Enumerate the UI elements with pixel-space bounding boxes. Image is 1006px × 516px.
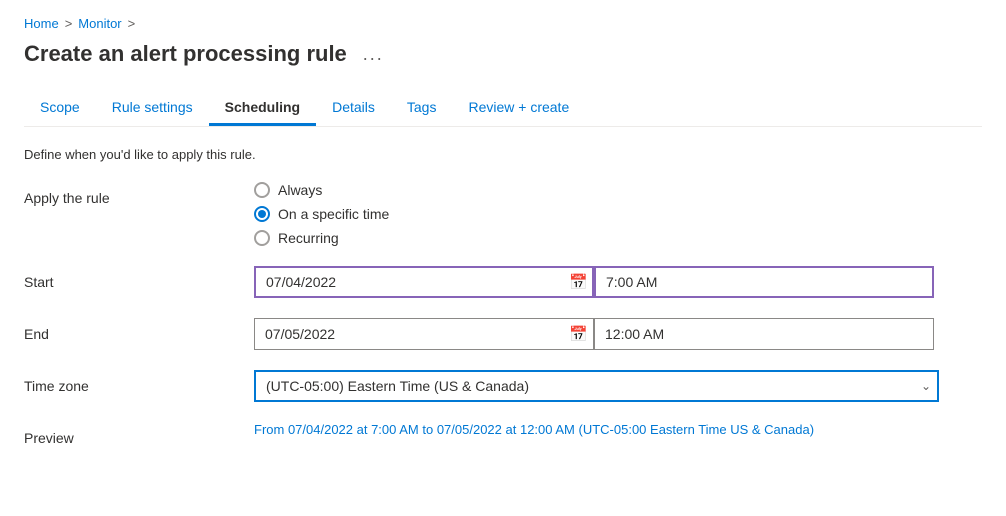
tab-rule-settings[interactable]: Rule settings xyxy=(96,91,209,126)
section-description: Define when you'd like to apply this rul… xyxy=(24,147,982,162)
radio-recurring-label: Recurring xyxy=(278,230,339,246)
end-time-input[interactable] xyxy=(594,318,934,350)
timezone-select-wrapper: (UTC-05:00) Eastern Time (US & Canada) (… xyxy=(254,370,939,402)
radio-always-label: Always xyxy=(278,182,322,198)
end-date-wrapper: 📅 xyxy=(254,318,594,350)
start-label: Start xyxy=(24,266,254,290)
timezone-row: Time zone (UTC-05:00) Eastern Time (US &… xyxy=(24,370,982,402)
tab-review-create[interactable]: Review + create xyxy=(452,91,585,126)
end-date-time: 📅 xyxy=(254,318,934,350)
end-label: End xyxy=(24,318,254,342)
tab-tags[interactable]: Tags xyxy=(391,91,453,126)
radio-always-input[interactable] xyxy=(254,182,270,198)
tab-details[interactable]: Details xyxy=(316,91,391,126)
breadcrumb-monitor[interactable]: Monitor xyxy=(78,16,121,31)
radio-recurring[interactable]: Recurring xyxy=(254,230,389,246)
breadcrumb: Home > Monitor > xyxy=(24,16,982,31)
breadcrumb-sep1: > xyxy=(65,16,73,31)
radio-always[interactable]: Always xyxy=(254,182,389,198)
start-time-input[interactable] xyxy=(594,266,934,298)
timezone-label: Time zone xyxy=(24,370,254,394)
start-date-wrapper: 📅 xyxy=(254,266,594,298)
preview-text: From 07/04/2022 at 7:00 AM to 07/05/2022… xyxy=(254,422,814,437)
tab-bar: Scope Rule settings Scheduling Details T… xyxy=(24,91,982,127)
page-title-row: Create an alert processing rule ... xyxy=(24,41,982,67)
apply-rule-controls: Always On a specific time Recurring xyxy=(254,182,389,246)
timezone-select[interactable]: (UTC-05:00) Eastern Time (US & Canada) (… xyxy=(254,370,939,402)
breadcrumb-home[interactable]: Home xyxy=(24,16,59,31)
preview-label: Preview xyxy=(24,422,254,446)
start-row: Start 📅 xyxy=(24,266,982,298)
radio-group: Always On a specific time Recurring xyxy=(254,182,389,246)
radio-specific-time-label: On a specific time xyxy=(278,206,389,222)
more-options-button[interactable]: ... xyxy=(357,43,390,65)
end-row: End 📅 xyxy=(24,318,982,350)
tab-scheduling[interactable]: Scheduling xyxy=(209,91,316,126)
start-date-time: 📅 xyxy=(254,266,934,298)
form-section: Apply the rule Always On a specific time… xyxy=(24,182,982,446)
apply-rule-label: Apply the rule xyxy=(24,182,254,206)
end-date-input[interactable] xyxy=(254,318,594,350)
radio-specific-time[interactable]: On a specific time xyxy=(254,206,389,222)
start-date-input[interactable] xyxy=(254,266,594,298)
apply-rule-row: Apply the rule Always On a specific time… xyxy=(24,182,982,246)
radio-recurring-input[interactable] xyxy=(254,230,270,246)
breadcrumb-sep2: > xyxy=(128,16,136,31)
tab-scope[interactable]: Scope xyxy=(24,91,96,126)
preview-row: Preview From 07/04/2022 at 7:00 AM to 07… xyxy=(24,422,982,446)
page-title: Create an alert processing rule xyxy=(24,41,347,67)
radio-specific-time-input[interactable] xyxy=(254,206,270,222)
